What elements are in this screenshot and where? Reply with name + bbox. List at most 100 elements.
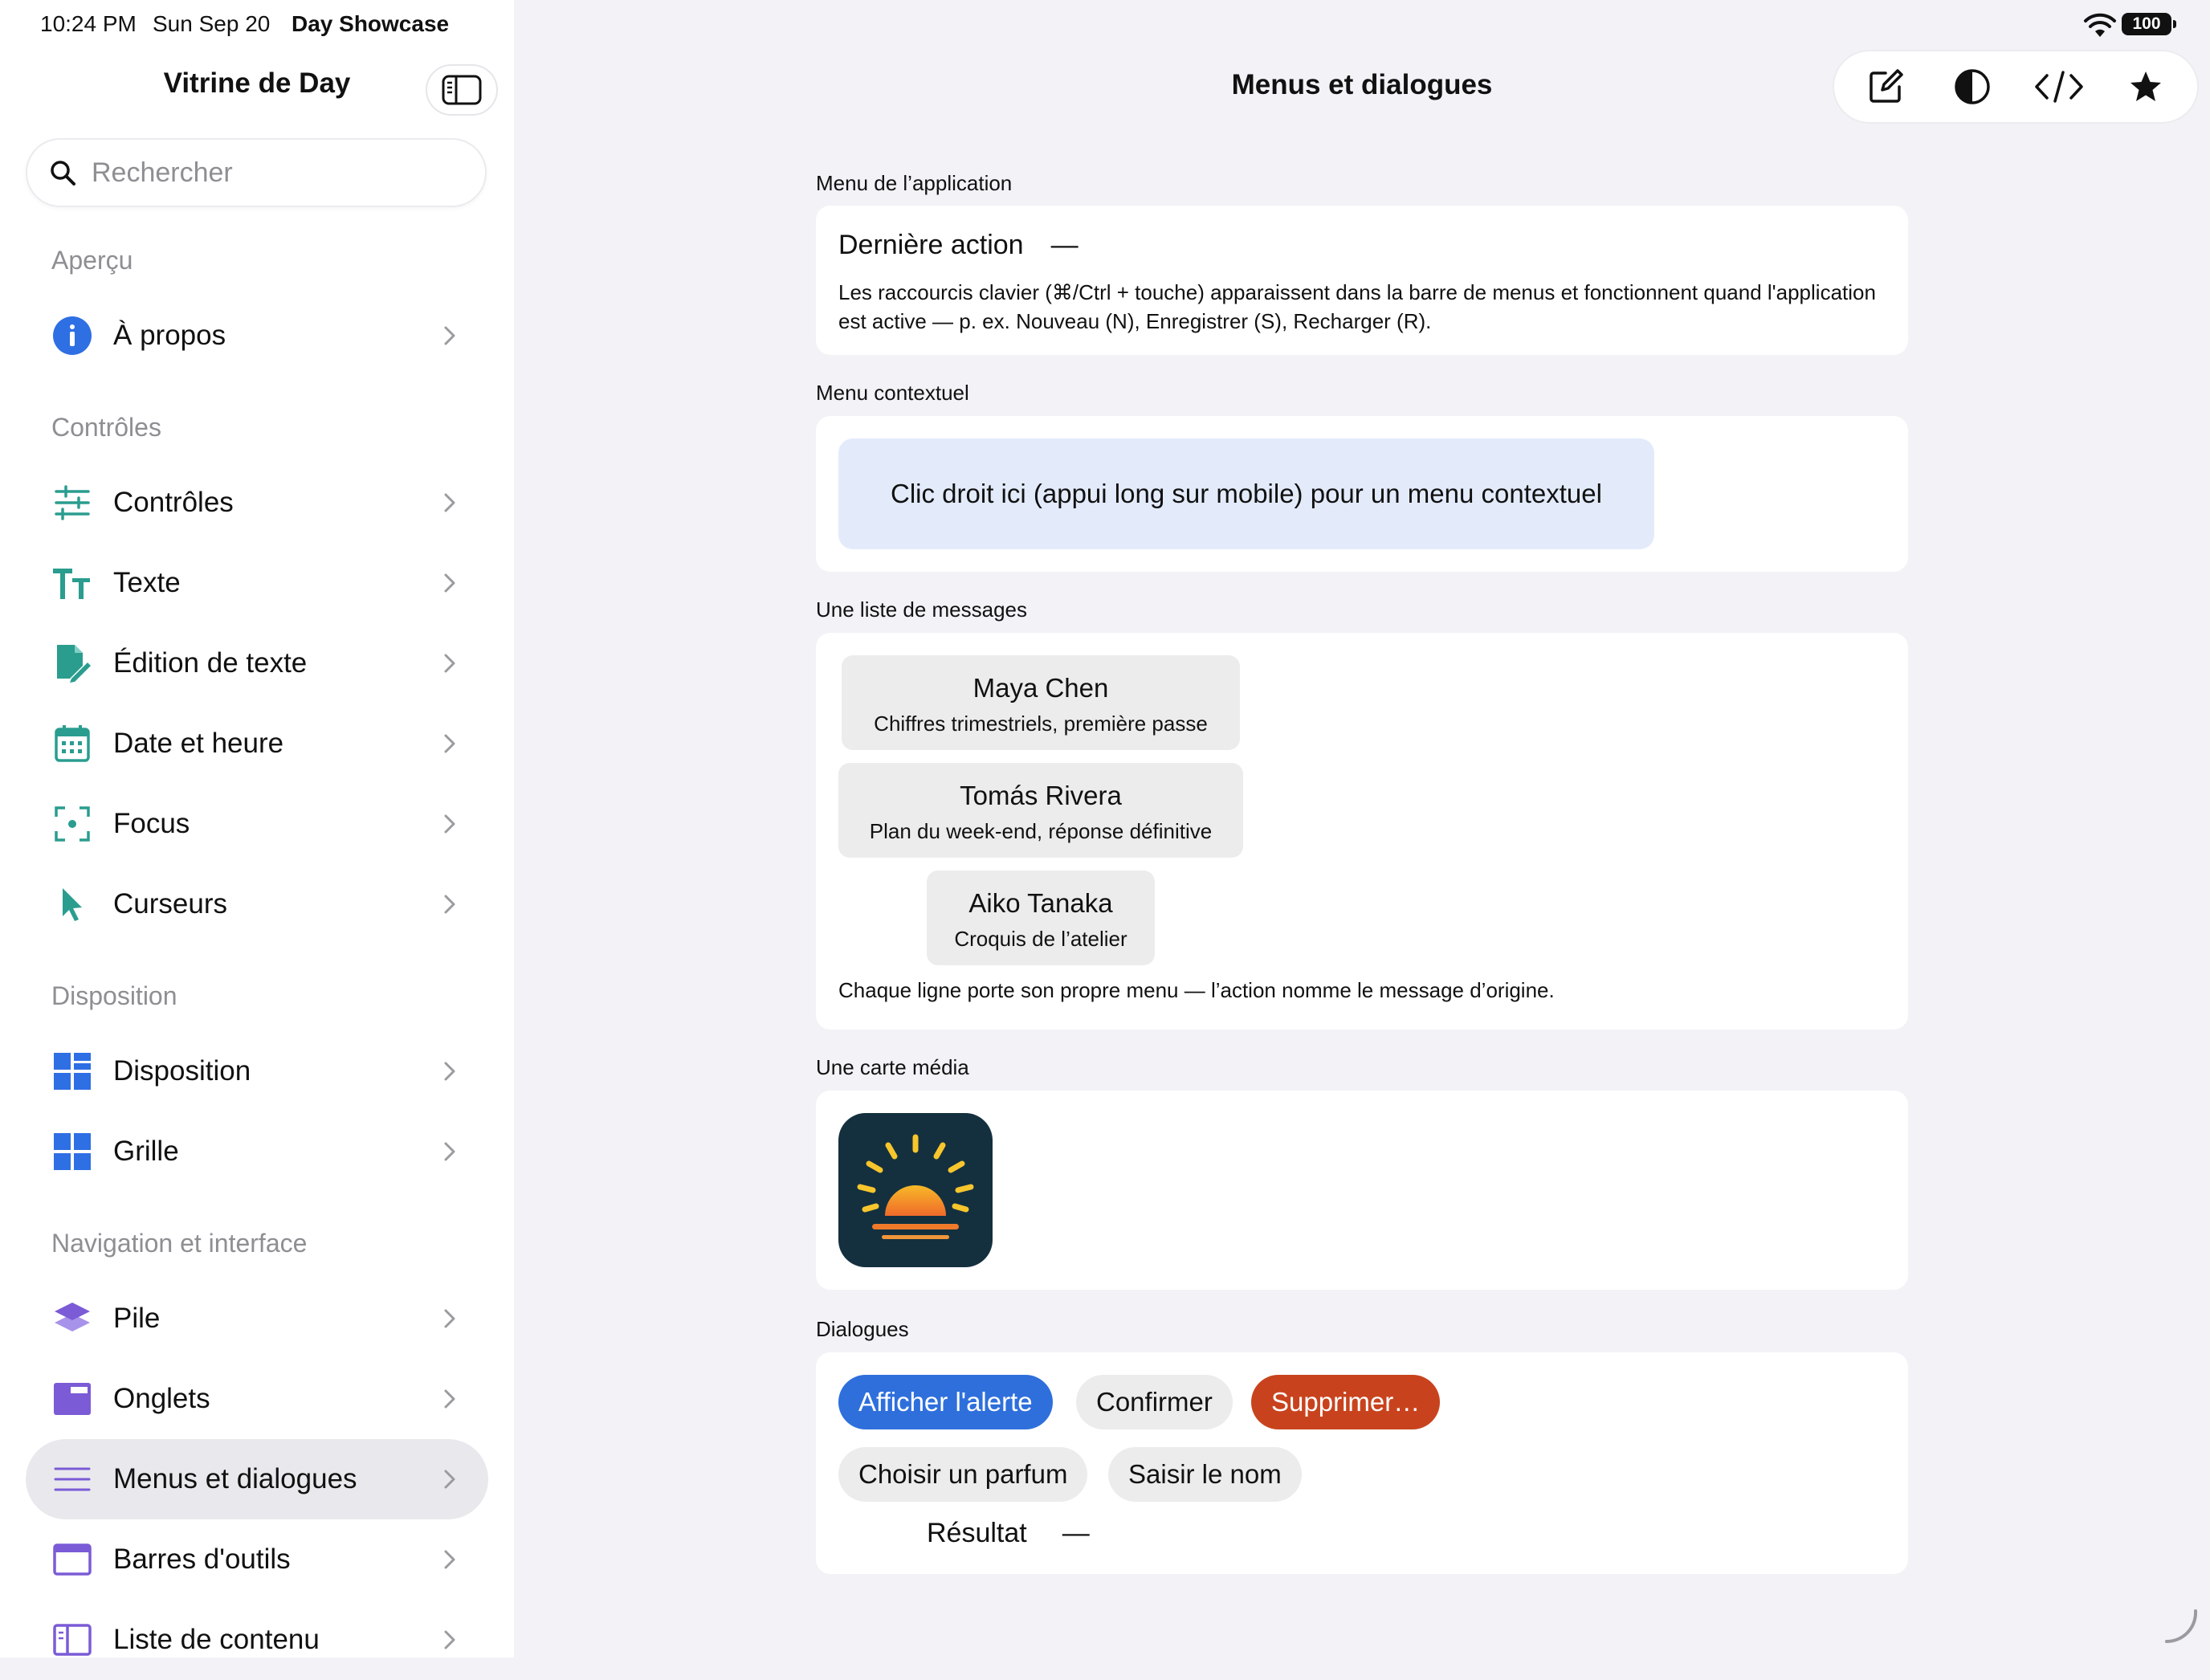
sidebar-item-a-propos[interactable]: À propos	[26, 296, 488, 376]
sidebar-item-label: Liste de contenu	[113, 1624, 320, 1655]
dialogs-label: Dialogues	[816, 1317, 909, 1341]
context-menu-card: Clic droit ici (appui long sur mobile) p…	[816, 416, 1908, 572]
chevron-right-icon	[440, 1142, 459, 1161]
code-button[interactable]	[2027, 55, 2091, 119]
document-edit-icon	[51, 642, 93, 684]
enter-name-button[interactable]: Saisir le nom	[1108, 1447, 1302, 1502]
section-header-navigation: Navigation et interface	[51, 1229, 308, 1258]
section-header-disposition: Disposition	[51, 981, 177, 1010]
last-action-label: Dernière action	[838, 230, 1024, 260]
status-date: Sun Sep 20	[153, 11, 271, 36]
message-sender: Tomás Rivera	[960, 781, 1122, 810]
sidebar-item-label: Onglets	[113, 1383, 210, 1414]
status-bar: 10:24 PM Sun Sep 20 Day Showcase 100	[0, 0, 2210, 51]
wifi-icon	[2084, 13, 2116, 37]
media-label: Une carte média	[816, 1055, 969, 1079]
toolbar	[1833, 50, 2199, 124]
star-icon	[2130, 71, 2161, 101]
result-value: —	[1062, 1518, 1090, 1548]
grid-icon	[51, 1131, 93, 1172]
app-menu-card: Dernière action — Les raccourcis clavier …	[816, 206, 1908, 355]
sliders-icon	[51, 482, 93, 524]
confirm-button[interactable]: Confirmer	[1076, 1375, 1233, 1429]
media-image[interactable]	[838, 1113, 993, 1267]
chevron-right-icon	[440, 573, 459, 593]
cursor-icon	[51, 883, 93, 925]
sidebar-icon	[442, 75, 482, 105]
sidebar-item-disposition[interactable]: Disposition	[26, 1031, 488, 1111]
sidebar-item-menus-et-dialogues[interactable]: Menus et dialogues	[26, 1439, 488, 1519]
show-alert-button[interactable]: Afficher l'alerte	[838, 1375, 1053, 1429]
compose-button[interactable]	[1853, 55, 1918, 119]
last-action-value: —	[1050, 230, 1078, 260]
result-label: Résultat	[927, 1518, 1027, 1548]
contrast-button[interactable]	[1940, 55, 2004, 119]
sidebar-item-focus[interactable]: Focus	[26, 784, 488, 864]
status-app-name: Day Showcase	[292, 11, 450, 36]
choose-flavor-button[interactable]: Choisir un parfum	[838, 1447, 1088, 1502]
compose-icon	[1870, 69, 1903, 103]
content-list-icon	[51, 1619, 93, 1661]
chevron-right-icon	[440, 895, 459, 914]
sidebar-toggle-button[interactable]	[426, 64, 498, 116]
sidebar-item-barres-doutils[interactable]: Barres d'outils	[26, 1519, 488, 1600]
message-sender: Aiko Tanaka	[968, 888, 1113, 918]
chevron-right-icon	[440, 654, 459, 673]
message-subject: Plan du week-end, réponse définitive	[869, 819, 1213, 843]
media-card	[816, 1091, 1908, 1290]
sidebar-item-controles[interactable]: Contrôles	[26, 463, 488, 543]
sidebar-item-label: Barres d'outils	[113, 1543, 291, 1575]
search-field[interactable]	[26, 138, 487, 207]
sidebar-item-label: Texte	[113, 567, 181, 598]
last-action-row: Dernière action —	[838, 230, 1078, 261]
sidebar-item-texte[interactable]: Texte	[26, 543, 488, 623]
chevron-right-icon	[440, 734, 459, 753]
sidebar-item-date-et-heure[interactable]: Date et heure	[26, 703, 488, 784]
message-row[interactable]: Tomás Rivera Plan du week-end, réponse d…	[838, 763, 1243, 858]
stack-icon	[51, 1298, 93, 1340]
sidebar-item-label: Focus	[113, 808, 190, 839]
sidebar-item-label: Date et heure	[113, 728, 284, 759]
battery-indicator: 100	[2122, 13, 2176, 35]
messages-label: Une liste de messages	[816, 597, 1028, 622]
messages-note: Chaque ligne porte son propre menu — l’a…	[838, 978, 1555, 1002]
chevron-right-icon	[440, 1062, 459, 1081]
delete-button[interactable]: Supprimer…	[1251, 1375, 1441, 1429]
shortcuts-description: Les raccourcis clavier (⌘/Ctrl + touche)…	[838, 280, 1876, 333]
layout-icon	[51, 1050, 93, 1092]
chevron-right-icon	[440, 1309, 459, 1328]
chevron-right-icon	[440, 1470, 459, 1489]
focus-icon	[51, 803, 93, 845]
favorite-button[interactable]	[2114, 55, 2178, 119]
context-menu-area[interactable]: Clic droit ici (appui long sur mobile) p…	[838, 438, 1654, 549]
sidebar-item-label: Disposition	[113, 1055, 251, 1087]
message-subject: Chiffres trimestriels, première passe	[874, 712, 1208, 736]
sidebar-item-label: Grille	[113, 1136, 179, 1167]
sidebar-item-label: Contrôles	[113, 487, 234, 518]
chevron-right-icon	[440, 1630, 459, 1649]
dialogs-card: Afficher l'alerte Confirmer Supprimer… C…	[816, 1352, 1908, 1574]
toolbar-icon	[51, 1539, 93, 1580]
resize-grabber-icon[interactable]	[2160, 1606, 2200, 1646]
main-content: Menus et dialogues Menu de l’application…	[514, 0, 2210, 1658]
sidebar-item-label: À propos	[113, 320, 226, 351]
info-icon	[51, 315, 93, 357]
message-row[interactable]: Maya Chen Chiffres trimestriels, premièr…	[842, 655, 1240, 750]
search-icon	[51, 161, 75, 186]
chevron-right-icon	[440, 814, 459, 834]
sidebar-item-liste-de-contenu[interactable]: Liste de contenu	[26, 1600, 488, 1680]
code-icon	[2035, 71, 2083, 103]
sidebar-item-label: Curseurs	[113, 888, 227, 920]
result-row: Résultat —	[927, 1518, 1090, 1549]
sidebar-item-label: Édition de texte	[113, 647, 308, 679]
sidebar-item-grille[interactable]: Grille	[26, 1111, 488, 1192]
app-menu-label: Menu de l’application	[816, 171, 1013, 195]
sidebar-item-curseurs[interactable]: Curseurs	[26, 864, 488, 944]
sidebar: Vitrine de Day Aperçu À propos Contrôles	[0, 0, 514, 1658]
sidebar-item-onglets[interactable]: Onglets	[26, 1359, 488, 1439]
sidebar-item-pile[interactable]: Pile	[26, 1278, 488, 1359]
message-row[interactable]: Aiko Tanaka Croquis de l’atelier	[927, 871, 1155, 965]
section-header-controles: Contrôles	[51, 413, 161, 442]
search-input[interactable]	[90, 156, 463, 190]
sidebar-item-edition-de-texte[interactable]: Édition de texte	[26, 623, 488, 703]
